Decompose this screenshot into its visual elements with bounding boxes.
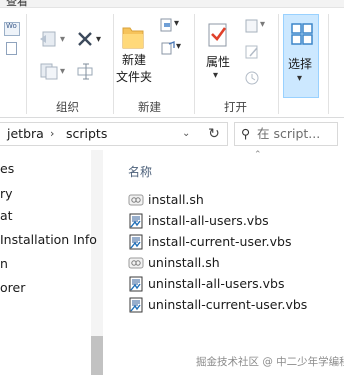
list-item[interactable]: uninstall-current-user.vbs [128,295,328,315]
file-list: ⌃ 名称 install.sh install-all-users.vbs in… [106,150,344,375]
column-header-name[interactable]: 名称 [128,163,152,180]
search-input[interactable]: ⚲ 在 script... [234,122,338,146]
sh-file-icon [128,257,144,269]
group-label-organize: 组织 [56,100,79,114]
select-grid-icon [291,23,313,45]
ribbon-separator [26,14,27,114]
rename-icon[interactable] [76,62,96,80]
vbs-file-icon [129,234,143,250]
open-icon[interactable] [244,18,260,34]
list-item[interactable]: install.sh [128,190,328,210]
ribbon: 查看 Wo ▾ ▾ ▾ 组织 新建 文件夹 ▾ ▾ 新建 属性 ▾ ▾ 打开 选… [0,0,344,118]
paste-shortcut-icon[interactable]: Wo [4,22,20,36]
list-item[interactable]: install-current-user.vbs [128,232,328,252]
new-item-dropdown-icon[interactable]: ▾ [174,18,179,29]
breadcrumb-item[interactable]: jetbra [7,123,44,145]
nav-item[interactable]: ry [0,186,13,201]
group-label-open: 打开 [224,100,247,114]
move-to-icon[interactable] [38,30,60,48]
sort-ascending-icon: ⌃ [254,150,262,160]
delete-dropdown-icon[interactable]: ▾ [96,34,101,45]
delete-icon[interactable] [76,30,94,48]
copy-to-dropdown-icon[interactable]: ▾ [60,66,65,77]
easy-access-icon[interactable] [160,40,176,56]
list-item[interactable]: install-all-users.vbs [128,211,328,231]
tab-view[interactable]: 查看 [6,0,28,9]
chevron-right-icon[interactable]: › [50,123,54,145]
breadcrumb[interactable]: jetbra › scripts ⌄ [0,122,228,146]
select-button[interactable]: 选择 ▾ [283,14,319,98]
refresh-icon[interactable]: ↻ [206,126,222,142]
move-to-dropdown-icon[interactable]: ▾ [60,34,65,45]
easy-access-dropdown-icon[interactable]: ▾ [176,41,181,52]
ribbon-tab-strip: 查看 [0,0,344,8]
ribbon-separator [278,14,279,114]
search-placeholder: 在 script... [257,126,321,141]
vbs-file-icon [129,297,143,313]
select-dropdown-icon: ▾ [297,73,303,84]
vbs-file-icon [129,276,143,292]
select-label: 选择 [288,57,313,71]
new-folder-icon[interactable] [121,22,145,50]
list-item[interactable]: uninstall-all-users.vbs [128,274,328,294]
edit-icon[interactable] [244,44,260,60]
group-label-new: 新建 [138,100,161,114]
properties-button[interactable]: 属性 [199,54,237,71]
history-icon[interactable] [244,70,260,86]
nav-item[interactable]: at [0,208,13,223]
ribbon-separator [328,14,329,114]
properties-dropdown-icon[interactable]: ▾ [213,70,218,81]
ribbon-separator [194,14,195,114]
navigation-pane: es ry at Installation Info n orer [0,150,106,375]
nav-item[interactable]: orer [0,280,25,295]
sh-file-icon [128,194,144,206]
nav-item[interactable]: es [0,161,14,176]
new-folder-button[interactable]: 新建 文件夹 [114,52,154,86]
open-dropdown-icon[interactable]: ▾ [260,19,265,30]
new-item-icon[interactable] [158,17,174,33]
nav-item[interactable]: n [0,256,8,271]
properties-icon[interactable] [207,20,229,48]
search-icon: ⚲ [241,126,251,141]
vbs-file-icon [129,213,143,229]
watermark: 掘金技术社区 @ 中二少年学编程 [196,356,344,368]
breadcrumb-item[interactable]: scripts [66,123,107,145]
list-item[interactable]: uninstall.sh [128,253,328,273]
copy-to-icon[interactable] [38,62,60,80]
chevron-down-icon[interactable]: ⌄ [182,123,190,145]
address-row: jetbra › scripts ⌄ ↻ ⚲ 在 script... [0,122,344,148]
nav-scrollbar-thumb[interactable] [91,336,103,375]
copy-path-icon[interactable] [6,42,17,55]
nav-item[interactable]: Installation Info [0,232,97,247]
